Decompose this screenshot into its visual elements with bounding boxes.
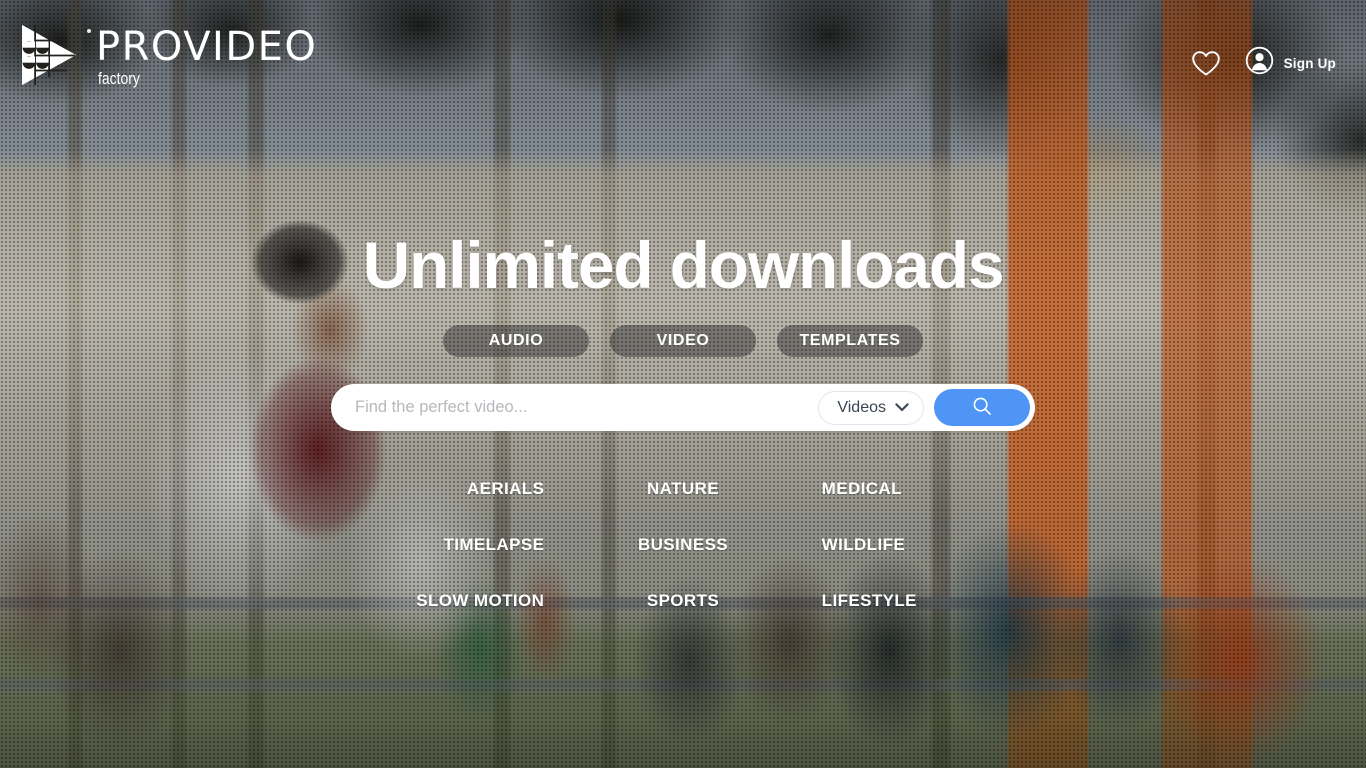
header-actions: Sign Up (1191, 46, 1336, 80)
category-links: AERIALS NATURE MEDICAL TIMELAPSE BUSINES… (333, 479, 1033, 611)
category-link-wildlife[interactable]: WILDLIFE (800, 535, 1033, 555)
tab-video[interactable]: VIDEO (610, 325, 756, 357)
brand-tagline: factory (98, 69, 140, 88)
heart-icon[interactable] (1191, 50, 1221, 77)
chevron-down-icon (895, 399, 909, 417)
category-link-business[interactable]: BUSINESS (566, 535, 799, 555)
registered-mark (87, 29, 91, 33)
tab-templates[interactable]: TEMPLATES (777, 325, 923, 357)
page-title: Unlimited downloads (362, 228, 1005, 302)
site-header: PROVIDEO factory Sign Up (0, 0, 1366, 120)
category-link-nature[interactable]: NATURE (566, 479, 799, 499)
hero-banner: PROVIDEO factory Sign Up Unlimited downl… (0, 0, 1366, 768)
tab-audio[interactable]: AUDIO (443, 325, 589, 357)
search-icon (972, 396, 992, 419)
category-link-sports[interactable]: SPORTS (566, 591, 799, 611)
search-type-value: Videos (837, 398, 886, 416)
category-link-slow-motion[interactable]: SLOW MOTION (333, 591, 566, 611)
brand-logo[interactable]: PROVIDEO factory (16, 22, 317, 88)
category-link-timelapse[interactable]: TIMELAPSE (333, 535, 566, 555)
search-input[interactable] (331, 398, 819, 417)
category-link-aerials[interactable]: AERIALS (333, 479, 566, 499)
category-link-medical[interactable]: MEDICAL (800, 479, 1033, 499)
search-submit-button[interactable] (934, 389, 1030, 426)
category-link-lifestyle[interactable]: LIFESTYLE (800, 591, 1033, 611)
search-type-dropdown[interactable]: Videos (818, 390, 924, 425)
content-type-tabs: AUDIO VIDEO TEMPLATES (443, 325, 923, 357)
account-signup[interactable]: Sign Up (1245, 46, 1336, 80)
search-bar: Videos (331, 384, 1035, 431)
user-avatar-icon (1245, 46, 1274, 80)
play-triangle-logo-icon (16, 22, 82, 88)
signup-label: Sign Up (1283, 55, 1336, 71)
brand-name: PROVIDEO (96, 24, 318, 70)
